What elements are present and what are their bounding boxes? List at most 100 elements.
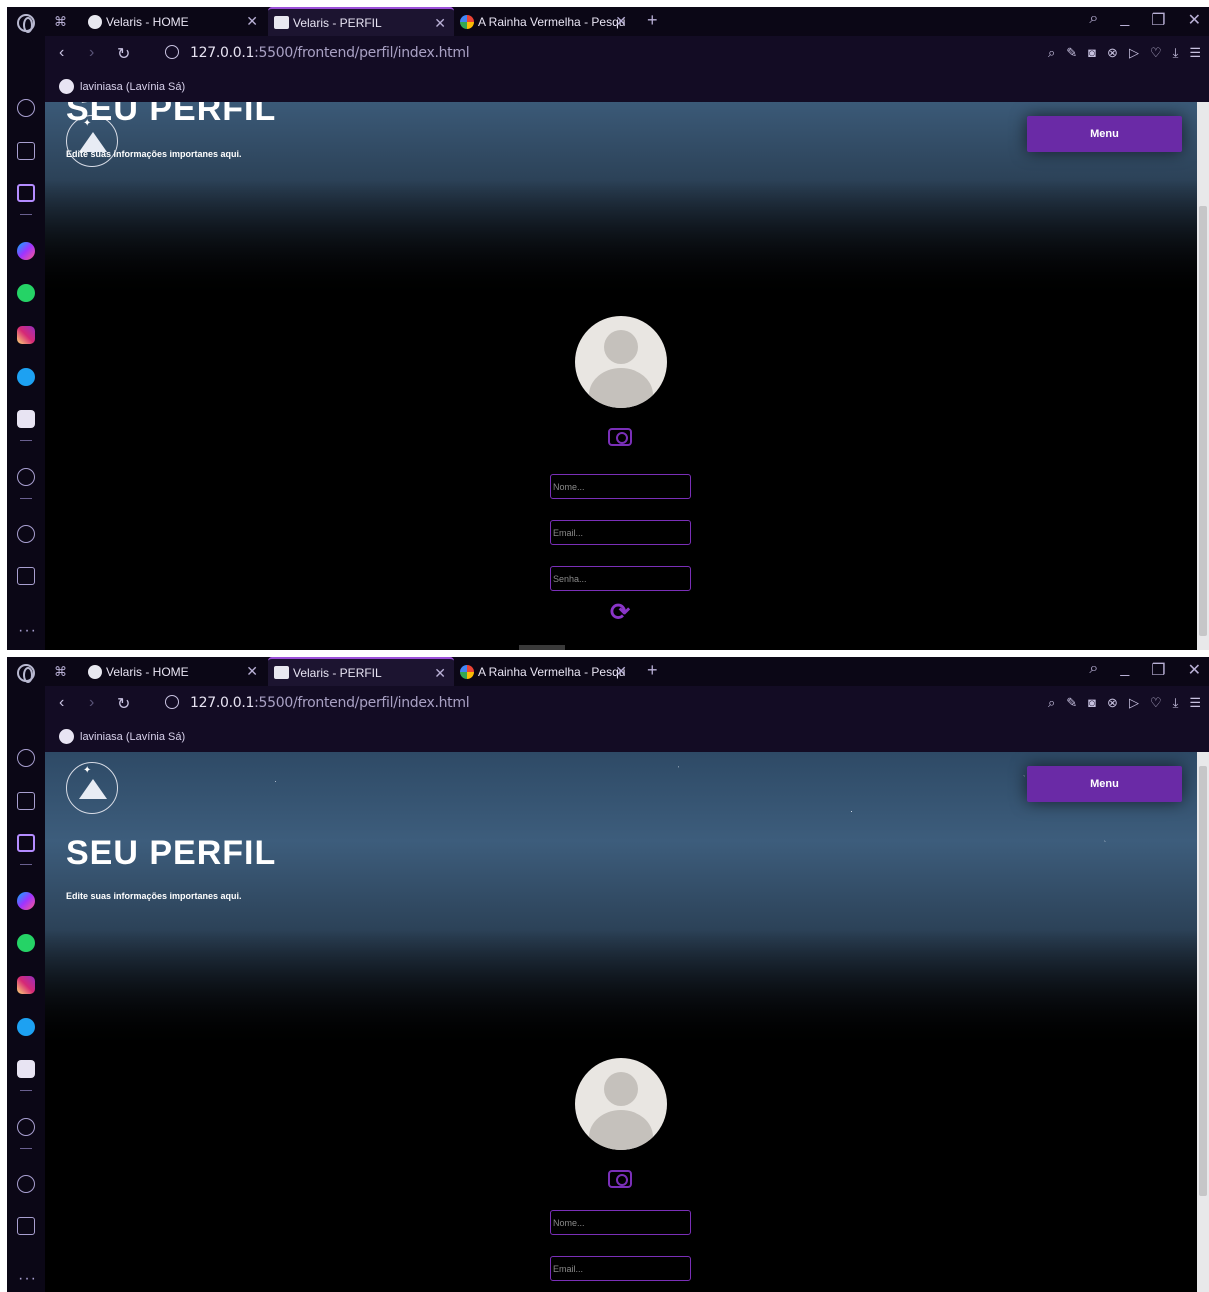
download-icon[interactable]: ⤓	[1173, 45, 1179, 61]
camera-icon[interactable]	[608, 1170, 632, 1188]
discord-icon[interactable]	[17, 1060, 35, 1078]
cube-icon[interactable]	[17, 567, 35, 585]
globe-icon	[88, 14, 102, 29]
instagram-icon[interactable]	[17, 326, 35, 344]
history-icon[interactable]	[17, 1175, 35, 1193]
search-icon[interactable]: ⌕	[1089, 660, 1098, 680]
minimize-icon[interactable]: _	[1120, 660, 1129, 680]
edit-icon[interactable]: ✎	[1066, 695, 1077, 711]
book-icon	[274, 16, 289, 29]
close-window-icon[interactable]: ✕	[1188, 660, 1201, 680]
horizontal-scroll-thumb[interactable]	[519, 645, 565, 650]
tab-google-search[interactable]: A Rainha Vermelha - Pesqu ✕	[457, 657, 635, 686]
send-icon[interactable]: ▷	[1129, 695, 1139, 711]
url-path: :5500/frontend/perfil/index.html	[254, 45, 470, 61]
adblock-icon[interactable]: ⊗	[1107, 45, 1118, 61]
vertical-scrollbar[interactable]	[1197, 752, 1209, 1292]
camera-snapshot-icon[interactable]: ◙	[1088, 45, 1096, 61]
edit-icon[interactable]: ✎	[1066, 45, 1077, 61]
send-icon[interactable]: ▷	[1129, 45, 1139, 61]
more-icon[interactable]: ···	[18, 622, 37, 640]
reload-icon[interactable]: ↻	[117, 694, 130, 714]
player-icon[interactable]	[17, 1118, 35, 1136]
find-icon[interactable]: ⌕	[1048, 45, 1055, 61]
avatar[interactable]	[575, 316, 667, 408]
download-icon[interactable]: ⤓	[1173, 695, 1179, 711]
heart-icon[interactable]: ♡	[1150, 45, 1162, 61]
refresh-icon[interactable]: ⟳	[610, 598, 630, 627]
back-icon[interactable]: ‹	[59, 44, 64, 62]
tab-home[interactable]: Velaris - HOME ✕	[83, 657, 266, 686]
camera-snapshot-icon[interactable]: ◙	[1088, 695, 1096, 711]
tab-home[interactable]: Velaris - HOME ✕	[83, 7, 266, 36]
history-icon[interactable]	[17, 525, 35, 543]
scroll-thumb[interactable]	[1199, 206, 1207, 636]
close-icon[interactable]: ✕	[246, 13, 258, 30]
settings-sliders-icon[interactable]: ☰	[1189, 695, 1201, 711]
url-field[interactable]: 127.0.0.1:5500/frontend/perfil/index.htm…	[190, 45, 470, 61]
twitter-icon[interactable]	[17, 368, 35, 386]
email-field[interactable]	[550, 520, 691, 545]
vertical-scrollbar[interactable]	[1197, 102, 1209, 650]
menu-button[interactable]: Menu	[1027, 766, 1182, 802]
twitch-icon[interactable]	[17, 834, 35, 852]
twitch-icon[interactable]	[17, 184, 35, 202]
github-icon	[59, 729, 74, 744]
gamepad-icon[interactable]: ⌘	[54, 14, 67, 30]
opera-logo-icon[interactable]	[17, 664, 35, 683]
close-icon[interactable]: ✕	[615, 663, 627, 680]
new-tab-icon[interactable]: +	[647, 660, 658, 681]
close-icon[interactable]: ✕	[434, 15, 446, 32]
player-icon[interactable]	[17, 468, 35, 486]
restore-icon[interactable]: ❐	[1151, 10, 1165, 30]
discord-icon[interactable]	[17, 410, 35, 428]
globe-icon	[88, 664, 102, 679]
forward-icon[interactable]: ›	[89, 694, 94, 712]
new-tab-icon[interactable]: +	[647, 10, 658, 31]
messenger-icon[interactable]	[17, 242, 35, 260]
settings-sliders-icon[interactable]: ☰	[1189, 45, 1201, 61]
find-icon[interactable]: ⌕	[1048, 695, 1055, 711]
bookmark-github[interactable]: laviniasa (Lavínia Sá)	[59, 729, 185, 744]
reload-icon[interactable]: ↻	[117, 44, 130, 64]
menu-button[interactable]: Menu	[1027, 116, 1182, 152]
speedometer-icon[interactable]	[17, 99, 35, 117]
name-field[interactable]	[550, 1210, 691, 1235]
gamepad-icon[interactable]: ⌘	[54, 664, 67, 680]
forward-icon[interactable]: ›	[89, 44, 94, 62]
email-field[interactable]	[550, 1256, 691, 1281]
shopping-bag-icon[interactable]	[17, 792, 35, 810]
tab-perfil[interactable]: Velaris - PERFIL ✕	[268, 657, 454, 686]
bookmark-github[interactable]: laviniasa (Lavínia Sá)	[59, 79, 185, 94]
heart-icon[interactable]: ♡	[1150, 695, 1162, 711]
name-field[interactable]	[550, 474, 691, 499]
minimize-icon[interactable]: _	[1120, 10, 1129, 30]
whatsapp-icon[interactable]	[17, 934, 35, 952]
avatar[interactable]	[575, 1058, 667, 1150]
cube-icon[interactable]	[17, 1217, 35, 1235]
site-info-icon[interactable]	[165, 45, 179, 59]
opera-logo-icon[interactable]	[17, 14, 35, 33]
more-icon[interactable]: ···	[18, 1270, 37, 1288]
camera-icon[interactable]	[608, 428, 632, 446]
scroll-thumb[interactable]	[1199, 766, 1207, 1196]
search-icon[interactable]: ⌕	[1089, 10, 1098, 30]
restore-icon[interactable]: ❐	[1151, 660, 1165, 680]
whatsapp-icon[interactable]	[17, 284, 35, 302]
back-icon[interactable]: ‹	[59, 694, 64, 712]
messenger-icon[interactable]	[17, 892, 35, 910]
close-icon[interactable]: ✕	[434, 665, 446, 682]
tab-google-search[interactable]: A Rainha Vermelha - Pesqu ✕	[457, 7, 635, 36]
twitter-icon[interactable]	[17, 1018, 35, 1036]
url-field[interactable]: 127.0.0.1:5500/frontend/perfil/index.htm…	[190, 695, 470, 711]
close-icon[interactable]: ✕	[615, 13, 627, 30]
close-window-icon[interactable]: ✕	[1188, 10, 1201, 30]
instagram-icon[interactable]	[17, 976, 35, 994]
close-icon[interactable]: ✕	[246, 663, 258, 680]
adblock-icon[interactable]: ⊗	[1107, 695, 1118, 711]
site-info-icon[interactable]	[165, 695, 179, 709]
speedometer-icon[interactable]	[17, 749, 35, 767]
tab-perfil[interactable]: Velaris - PERFIL ✕	[268, 7, 454, 36]
shopping-bag-icon[interactable]	[17, 142, 35, 160]
password-field[interactable]	[550, 566, 691, 591]
